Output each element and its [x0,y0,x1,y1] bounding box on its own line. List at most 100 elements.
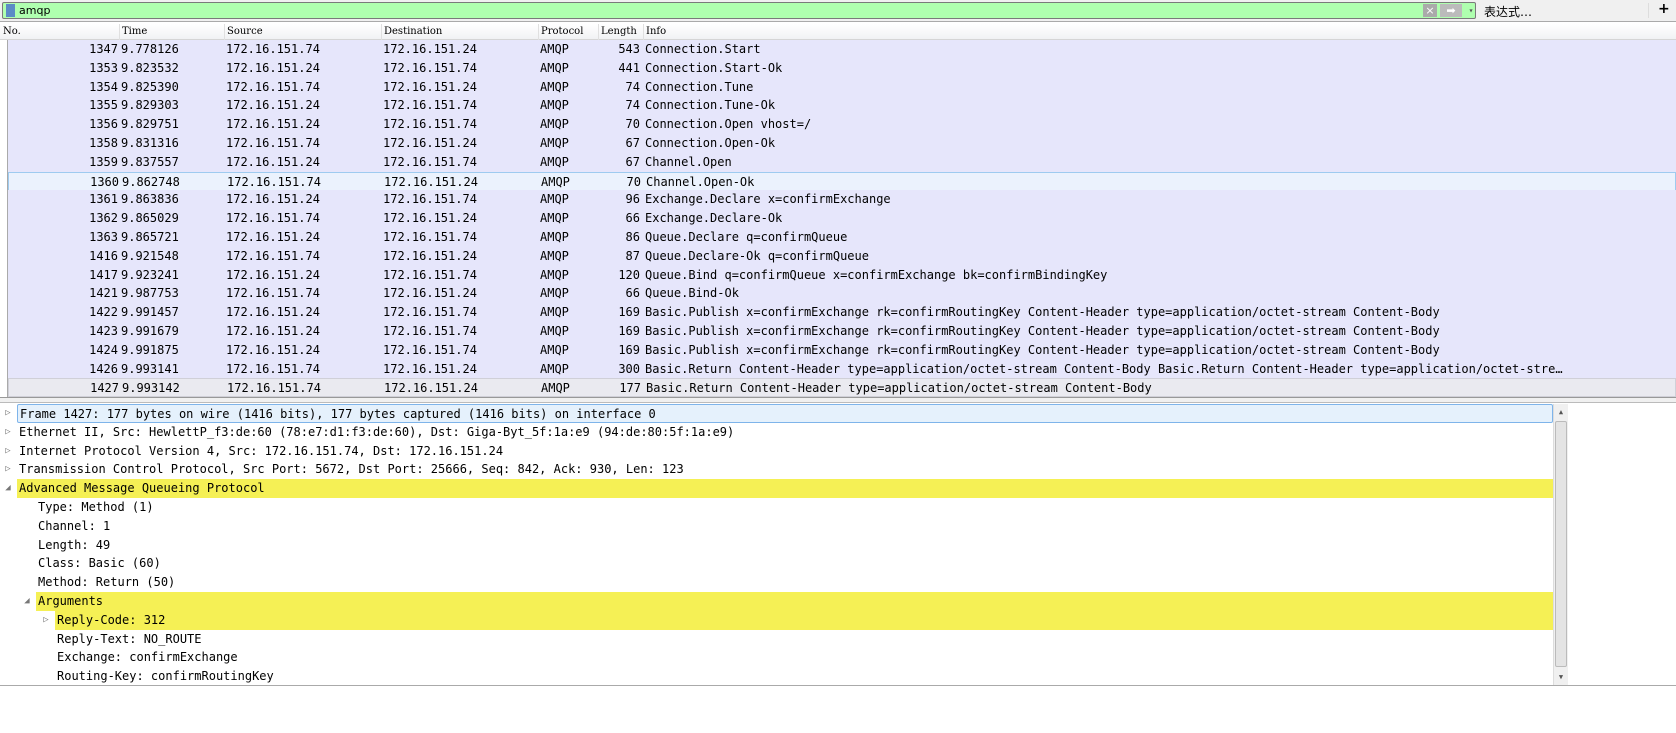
expand-arrow-icon[interactable]: ▷ [3,442,13,461]
detail-tree-item[interactable]: ▷ Frame 1427: 177 bytes on wire (1416 bit… [0,404,1553,423]
column-header-time[interactable]: Time [122,26,147,40]
expand-arrow-icon[interactable]: ▷ [3,404,13,423]
packet-dst-cell: 172.16.151.24 [383,286,477,301]
packet-row[interactable]: 1363 9.865721 172.16.151.24 172.16.151.74 AM… [8,228,1676,247]
packet-no-cell: 1422 [89,305,118,320]
column-header-protocol[interactable]: Protocol [541,26,583,40]
packet-row[interactable]: 1354 9.825390 172.16.151.74 172.16.151.24 AM… [8,77,1676,97]
packet-time-cell: 9.923241 [121,267,179,282]
detail-tree-item[interactable]: Class: Basic (60) [0,554,1553,573]
packet-info-cell: Exchange.Declare x=confirmExchange [645,192,891,207]
packet-time-cell: 9.823532 [121,60,179,75]
detail-tree-item[interactable]: Routing-Key: confirmRoutingKey [0,667,1553,685]
packet-no-cell: 1421 [89,286,118,301]
detail-tree-item[interactable]: Channel: 1 [0,517,1553,536]
collapse-arrow-icon[interactable]: ◢ [3,479,13,498]
detail-tree-item[interactable]: Type: Method (1) [0,498,1553,517]
packet-row[interactable]: 1424 9.991875 172.16.151.24 172.16.151.74 AM… [8,340,1676,360]
packet-row[interactable]: 1347 9.778126 172.16.151.74 172.16.151.24 AM… [8,40,1676,59]
packet-time-cell: 9.829303 [121,98,179,113]
detail-tree-item[interactable]: Exchange: confirmExchange [0,648,1553,667]
packet-row[interactable]: 1426 9.993141 172.16.151.74 172.16.151.24 AM… [8,359,1676,379]
packet-proto-cell: AMQP [540,98,569,113]
details-scrollbar[interactable]: ▲ ▼ [1553,404,1568,685]
display-filter-field[interactable]: × ➡ ▾ [2,2,1476,19]
packet-time-cell: 9.993141 [121,361,179,376]
packet-row[interactable]: 1362 9.865029 172.16.151.74 172.16.151.24 AM… [8,209,1676,229]
add-filter-button[interactable]: + [1658,1,1670,17]
packet-info-cell: Basic.Return Content-Header type=applica… [645,361,1565,376]
packet-row[interactable]: 1416 9.921548 172.16.151.74 172.16.151.24 AM… [8,246,1676,266]
packet-src-cell: 172.16.151.24 [226,305,320,320]
collapse-arrow-icon[interactable]: ◢ [22,592,32,611]
column-header-info[interactable]: Info [646,26,666,40]
expand-arrow-icon[interactable]: ▷ [3,460,13,479]
packet-row[interactable]: 1353 9.823532 172.16.151.24 172.16.151.74 AM… [8,58,1676,78]
column-header-destination[interactable]: Destination [384,26,442,40]
scrollbar-thumb[interactable] [1555,421,1567,667]
packet-proto-cell: AMQP [541,174,570,189]
packet-dst-cell: 172.16.151.74 [383,267,477,282]
packet-dst-cell: 172.16.151.74 [383,60,477,75]
packet-len-cell: 169 [618,342,640,357]
packet-no-cell: 1426 [89,361,118,376]
display-filter-input[interactable] [19,3,1399,18]
packet-info-cell: Basic.Return Content-Header type=applica… [646,381,1152,396]
packet-dst-cell: 172.16.151.24 [383,248,477,263]
detail-tree-item[interactable]: ▷ Internet Protocol Version 4, Src: 172.1… [0,442,1553,461]
packet-list: 1347 9.778126 172.16.151.74 172.16.151.24 AM… [0,40,1676,397]
packet-len-cell: 177 [619,381,641,396]
packet-no-cell: 1356 [89,117,118,132]
packet-row[interactable]: 1423 9.991679 172.16.151.24 172.16.151.74 AM… [8,322,1676,341]
packet-row[interactable]: 1417 9.923241 172.16.151.24 172.16.151.74 AM… [8,265,1676,285]
packet-row[interactable]: 1356 9.829751 172.16.151.24 172.16.151.74 AM… [8,115,1676,135]
packet-row[interactable]: 1427 9.993142 172.16.151.74 172.16.151.24 AM… [8,378,1676,397]
packet-row[interactable]: 1360 9.862748 172.16.151.74 172.16.151.24 AM… [8,171,1676,191]
detail-tree-label: Reply-Text: NO_ROUTE [57,631,202,646]
packet-row[interactable]: 1361 9.863836 172.16.151.24 172.16.151.74 AM… [8,190,1676,210]
detail-tree-item[interactable]: Length: 49 [0,536,1553,555]
packet-row[interactable]: 1359 9.837557 172.16.151.24 172.16.151.74 AM… [8,152,1676,172]
detail-tree-label: Class: Basic (60) [38,556,161,571]
detail-tree-item[interactable]: ◢ Advanced Message Queueing Protocol [0,479,1553,499]
packet-row[interactable]: 1358 9.831316 172.16.151.74 172.16.151.24 AM… [8,134,1676,153]
packet-proto-cell: AMQP [540,248,569,263]
packet-proto-cell: AMQP [540,136,569,150]
packet-time-cell: 9.991875 [121,342,179,357]
packet-src-cell: 172.16.151.24 [226,60,320,75]
packet-len-cell: 74 [625,98,640,113]
packet-proto-cell: AMQP [540,211,569,226]
scroll-up-icon[interactable]: ▲ [1554,404,1568,420]
packet-row[interactable]: 1422 9.991457 172.16.151.24 172.16.151.74 AM… [8,303,1676,323]
apply-filter-icon[interactable]: ➡ [1440,4,1462,17]
packet-row[interactable]: 1355 9.829303 172.16.151.24 172.16.151.74 AM… [8,96,1676,116]
packet-dst-cell: 172.16.151.74 [383,117,477,132]
expand-arrow-icon[interactable]: ▷ [3,423,13,442]
detail-tree-item[interactable]: Reply-Text: NO_ROUTE [0,630,1553,649]
scroll-down-icon[interactable]: ▼ [1554,669,1568,685]
packet-time-cell: 9.825390 [121,79,179,94]
packet-no-cell: 1363 [89,230,118,244]
packet-row[interactable]: 1421 9.987753 172.16.151.74 172.16.151.24 AM… [8,284,1676,304]
expand-arrow-icon[interactable]: ▷ [41,611,51,630]
column-header-no[interactable]: No. [3,26,21,40]
clear-filter-icon[interactable]: × [1423,4,1437,17]
detail-tree-item[interactable]: ▷ Transmission Control Protocol, Src Port… [0,460,1553,479]
detail-tree-item[interactable]: ◢ Arguments [0,592,1553,611]
packet-len-cell: 441 [618,60,640,75]
column-header-source[interactable]: Source [227,26,263,40]
packet-src-cell: 172.16.151.24 [226,98,320,113]
packet-no-cell: 1347 [89,42,118,56]
filter-history-dropdown-icon[interactable]: ▾ [1465,3,1477,18]
packet-src-cell: 172.16.151.74 [226,361,320,376]
detail-tree-item[interactable]: Method: Return (50) [0,573,1553,592]
detail-tree-item[interactable]: ▷ Ethernet II, Src: HewlettP_f3:de:60 (78… [0,423,1553,442]
packet-dst-cell: 172.16.151.74 [383,154,477,169]
detail-tree-item[interactable]: ▷ Reply-Code: 312 [0,610,1553,630]
column-header-length[interactable]: Length [601,26,637,40]
packet-proto-cell: AMQP [540,117,569,132]
bookmark-icon[interactable] [6,4,15,17]
expression-button[interactable]: 表达式… [1484,3,1532,20]
packet-len-cell: 169 [618,324,640,338]
packet-proto-cell: AMQP [540,42,569,56]
